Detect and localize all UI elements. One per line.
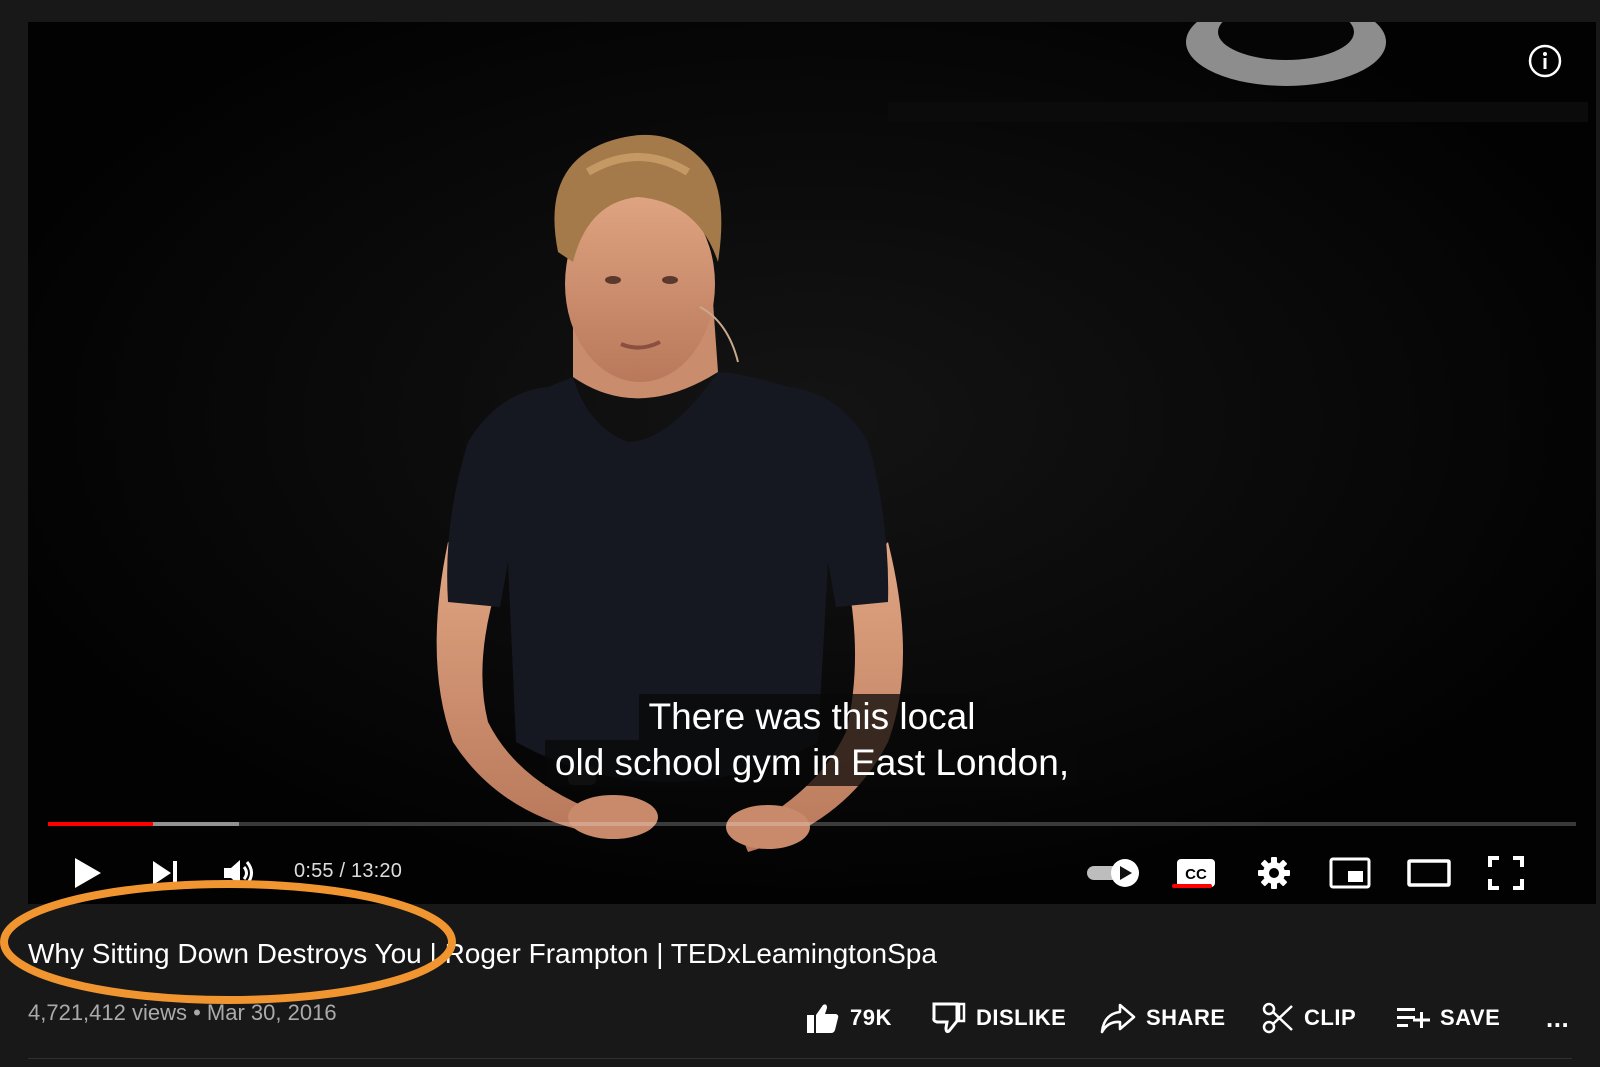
progress-played: [48, 822, 154, 826]
caption-line: There was this local: [638, 694, 986, 740]
info-icon[interactable]: [1528, 44, 1562, 78]
captions-button[interactable]: CC: [1174, 848, 1218, 898]
miniplayer-icon: [1329, 857, 1371, 889]
caption-overlay: There was this local old school gym in E…: [28, 694, 1596, 786]
theater-mode-icon: [1407, 859, 1451, 887]
player-controls: 0:55 / 13:20 CC: [28, 848, 1596, 904]
dislike-button[interactable]: DISLIKE: [932, 998, 1066, 1038]
play-button[interactable]: [66, 848, 108, 898]
video-meta: 4,721,412 views • Mar 30, 2016: [28, 1000, 337, 1025]
progress-bar[interactable]: [48, 820, 1576, 828]
share-label: SHARE: [1146, 1005, 1226, 1030]
clip-button[interactable]: CLIP: [1262, 998, 1356, 1038]
more-icon: ...: [1546, 1002, 1570, 1033]
save-label: SAVE: [1440, 1005, 1501, 1030]
fullscreen-icon: [1488, 856, 1524, 890]
like-button[interactable]: 79K: [806, 998, 892, 1038]
volume-icon: [224, 860, 253, 886]
volume-button[interactable]: [218, 848, 262, 898]
autoplay-toggle[interactable]: [1084, 848, 1144, 898]
share-button[interactable]: SHARE: [1100, 998, 1226, 1038]
save-button[interactable]: SAVE: [1396, 998, 1500, 1038]
settings-gear-icon: [1258, 857, 1290, 889]
video-title: Why Sitting Down Destroys You | Roger Fr…: [28, 938, 937, 969]
scissors-icon: [1262, 1002, 1293, 1034]
theater-mode-button[interactable]: [1406, 848, 1452, 898]
share-icon: [1100, 1003, 1136, 1034]
save-playlist-icon: [1397, 1008, 1430, 1028]
divider: [28, 1058, 1572, 1059]
next-icon: [153, 861, 177, 885]
video-player[interactable]: There was this local old school gym in E…: [28, 22, 1596, 904]
dislike-label: DISLIKE: [976, 1005, 1067, 1030]
like-count: 79K: [850, 1005, 892, 1030]
caption-line: old school gym in East London,: [544, 740, 1080, 786]
more-actions-button[interactable]: ...: [1546, 998, 1569, 1038]
svg-text:CC: CC: [1185, 866, 1207, 883]
captions-active-indicator: [1172, 884, 1212, 888]
next-button[interactable]: [144, 848, 186, 898]
thumbs-down-icon: [932, 1002, 966, 1034]
time-display: 0:55 / 13:20: [294, 860, 403, 882]
progress-track: [48, 822, 1576, 826]
thumbs-up-icon: [807, 1004, 839, 1033]
fullscreen-button[interactable]: [1486, 848, 1526, 898]
miniplayer-button[interactable]: [1328, 848, 1372, 898]
settings-button[interactable]: [1254, 848, 1294, 898]
clip-label: CLIP: [1304, 1005, 1357, 1030]
play-icon: [75, 858, 101, 888]
autoplay-toggle-icon: [1087, 859, 1139, 887]
